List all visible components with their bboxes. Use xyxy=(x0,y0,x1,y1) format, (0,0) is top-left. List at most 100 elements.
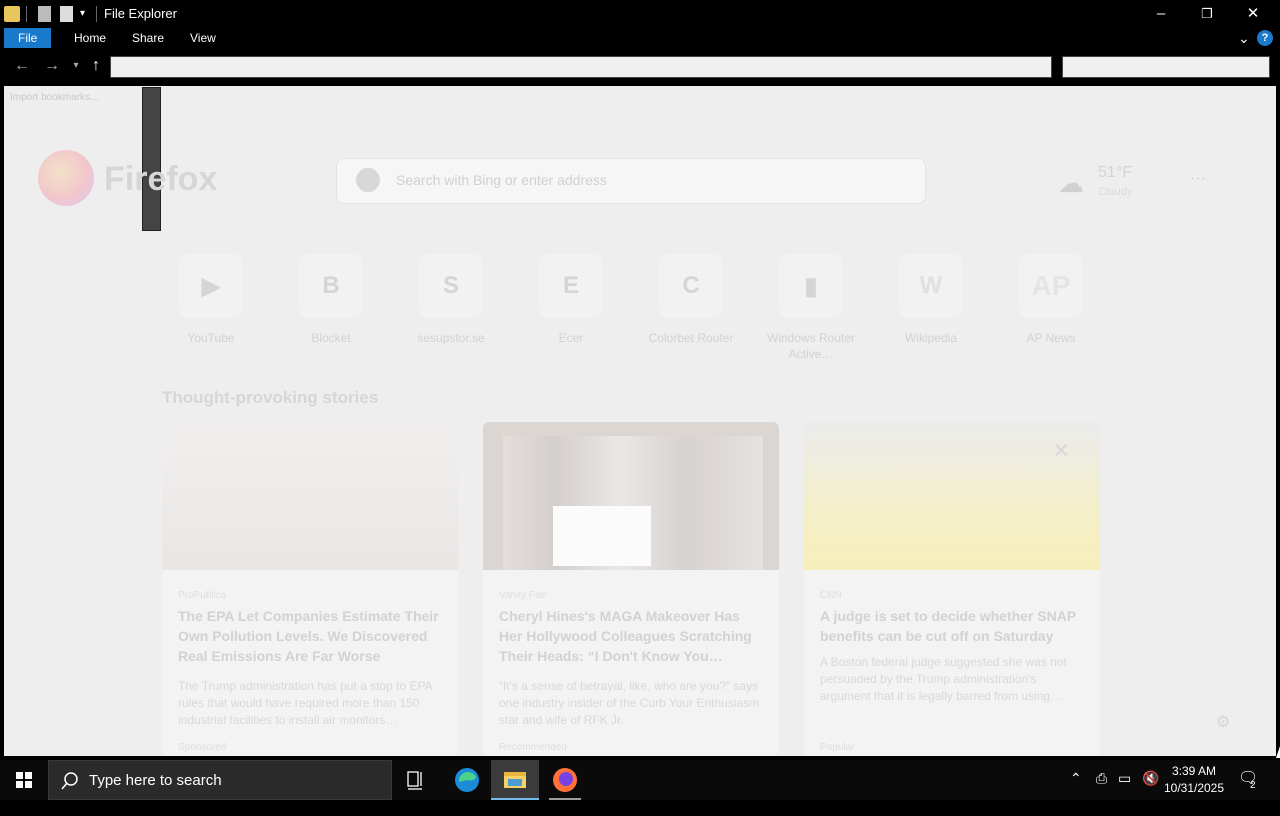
folder-icon xyxy=(504,772,526,788)
taskbar-file-explorer[interactable] xyxy=(491,760,539,800)
shortcut-ecer[interactable]: E Ecer xyxy=(521,254,621,346)
network-icon[interactable]: ▭ xyxy=(1118,770,1131,787)
start-button[interactable] xyxy=(0,760,48,800)
title-bar: ▾ File Explorer – ❐ ✕ xyxy=(0,0,1280,28)
story-footer: Recommended xyxy=(499,742,567,753)
help-icon[interactable]: ? xyxy=(1257,30,1273,46)
shortcut-label: YouTube xyxy=(187,331,235,345)
more-options-icon[interactable]: ··· xyxy=(1190,170,1206,188)
story-footer: Sponsored xyxy=(178,742,227,753)
blocket-icon: B xyxy=(299,254,363,318)
shortcut-blocket[interactable]: B Blocket xyxy=(281,254,381,346)
story-source: Vanity Fair xyxy=(499,590,547,601)
search-engine-icon xyxy=(356,168,380,192)
forward-arrow-icon[interactable]: → xyxy=(42,56,62,76)
clock-date: 10/31/2025 xyxy=(1163,781,1225,795)
folder-icon xyxy=(4,6,20,22)
close-icon[interactable]: ✕ xyxy=(1052,438,1070,464)
bookmarks-hint[interactable]: Import bookmarks… xyxy=(10,92,100,103)
weather-temp[interactable]: 51°F xyxy=(1098,164,1132,182)
cloud-icon: ☁ xyxy=(1058,168,1084,198)
clock[interactable]: 3:39 AM 10/31/2025 xyxy=(1162,763,1226,797)
customize-quick-access-icon[interactable]: ▾ xyxy=(80,8,85,24)
mouse-cursor xyxy=(1276,746,1280,758)
site-letter-icon: E xyxy=(539,254,603,318)
search-input[interactable] xyxy=(1062,56,1270,78)
task-view-button[interactable] xyxy=(392,760,440,800)
newtab-search-placeholder: Search with Bing or enter address xyxy=(396,172,607,188)
volume-muted-icon[interactable]: 🔇 xyxy=(1142,770,1159,787)
firefox-wordmark: Firefox xyxy=(104,160,218,198)
taskbar-edge[interactable] xyxy=(443,760,491,800)
properties-icon[interactable] xyxy=(38,6,51,22)
stories-heading: Thought-provoking stories xyxy=(162,388,379,407)
taskbar-search-placeholder: Type here to search xyxy=(89,772,222,789)
shortcut-label: sesupstor.se xyxy=(417,331,485,345)
scrollbar-thumb[interactable] xyxy=(142,87,161,231)
story-card[interactable]: ProPublica The EPA Let Companies Estimat… xyxy=(162,422,458,756)
story-image: ✕ xyxy=(804,422,1100,570)
story-excerpt: “It's a sense of betrayal, like, who are… xyxy=(499,679,760,727)
shortcut-sesupstor[interactable]: S sesupstor.se xyxy=(401,254,501,346)
new-folder-icon[interactable] xyxy=(60,6,73,22)
story-headline: A judge is set to decide whether SNAP be… xyxy=(820,608,1076,644)
shortcut-label: Blocket xyxy=(311,331,351,345)
shortcut-label: AP News xyxy=(1026,331,1076,345)
tab-home[interactable]: Home xyxy=(60,28,120,48)
window-title: File Explorer xyxy=(104,6,177,21)
up-arrow-icon[interactable]: ↑ xyxy=(86,56,106,76)
tab-file[interactable]: File xyxy=(4,28,52,48)
site-letter-icon: S xyxy=(419,254,483,318)
ap-news-icon: AP xyxy=(1019,254,1083,318)
maximize-button[interactable]: ❐ xyxy=(1184,0,1230,28)
task-view-icon xyxy=(407,771,422,790)
page-icon: ▮ xyxy=(779,254,843,318)
search-icon xyxy=(61,772,78,790)
show-hidden-icons-icon[interactable]: ⌃ xyxy=(1070,770,1082,787)
story-image xyxy=(483,422,779,570)
separator xyxy=(26,6,27,22)
story-card[interactable]: Vanity Fair Cheryl Hines's MAGA Makeover… xyxy=(483,422,779,756)
shortcut-ap-news[interactable]: AP AP News xyxy=(1001,254,1101,346)
shortcut-wikipedia[interactable]: W Wikipedia xyxy=(881,254,981,346)
firefox-icon xyxy=(553,768,577,792)
gear-icon[interactable]: ⚙ xyxy=(1216,712,1230,732)
story-excerpt: The Trump administration has put a stop … xyxy=(178,679,432,727)
tab-view[interactable]: View xyxy=(176,28,230,48)
minimize-button[interactable]: – xyxy=(1138,0,1184,28)
story-footer: Popular xyxy=(820,742,855,753)
photo-sign xyxy=(553,506,651,566)
back-arrow-icon[interactable]: ← xyxy=(12,56,32,76)
story-image xyxy=(162,422,458,570)
story-excerpt: A Boston federal judge suggested she was… xyxy=(820,655,1067,703)
address-bar[interactable] xyxy=(110,56,1052,78)
ribbon: File Home Share View ⌄ ? xyxy=(0,28,1280,48)
shortcut-label: Windows Router Active… xyxy=(766,331,856,361)
site-letter-icon: C xyxy=(659,254,723,318)
clock-time: 3:39 AM xyxy=(1171,764,1217,778)
youtube-icon: ▶ xyxy=(179,254,243,318)
story-headline: The EPA Let Companies Estimate Their Own… xyxy=(178,608,439,664)
weather-description: Cloudy xyxy=(1098,186,1133,198)
shortcut-youtube[interactable]: ▶ YouTube xyxy=(161,254,261,346)
recent-locations-icon[interactable]: ▾ xyxy=(66,56,86,76)
window-border xyxy=(1276,86,1280,756)
navigation-bar: ← → ▾ ↑ xyxy=(0,48,1280,84)
firefox-logo xyxy=(38,150,94,206)
close-button[interactable]: ✕ xyxy=(1230,0,1276,28)
shortcut-label: Ecer xyxy=(558,331,584,345)
shortcut-label: Wikipedia xyxy=(904,331,958,345)
taskbar: Type here to search ⌃ ⎙ ▭ 🔇 3:39 AM 10/3… xyxy=(0,760,1280,800)
shortcut-label: Colorbet Router xyxy=(648,331,734,345)
separator xyxy=(96,6,97,22)
story-headline: Cheryl Hines's MAGA Makeover Has Her Hol… xyxy=(499,608,752,664)
shortcut-router[interactable]: C Colorbet Router xyxy=(641,254,741,346)
edge-icon xyxy=(455,768,479,792)
wikipedia-icon: W xyxy=(899,254,963,318)
story-card[interactable]: ✕ CNN A judge is set to decide whether S… xyxy=(804,422,1100,756)
shortcut-windows-router[interactable]: ▮ Windows Router Active… xyxy=(761,254,861,362)
tab-share[interactable]: Share xyxy=(118,28,178,48)
taskbar-search[interactable]: Type here to search xyxy=(48,760,392,800)
taskbar-firefox[interactable] xyxy=(541,760,589,800)
device-icon[interactable]: ⎙ xyxy=(1096,770,1107,787)
